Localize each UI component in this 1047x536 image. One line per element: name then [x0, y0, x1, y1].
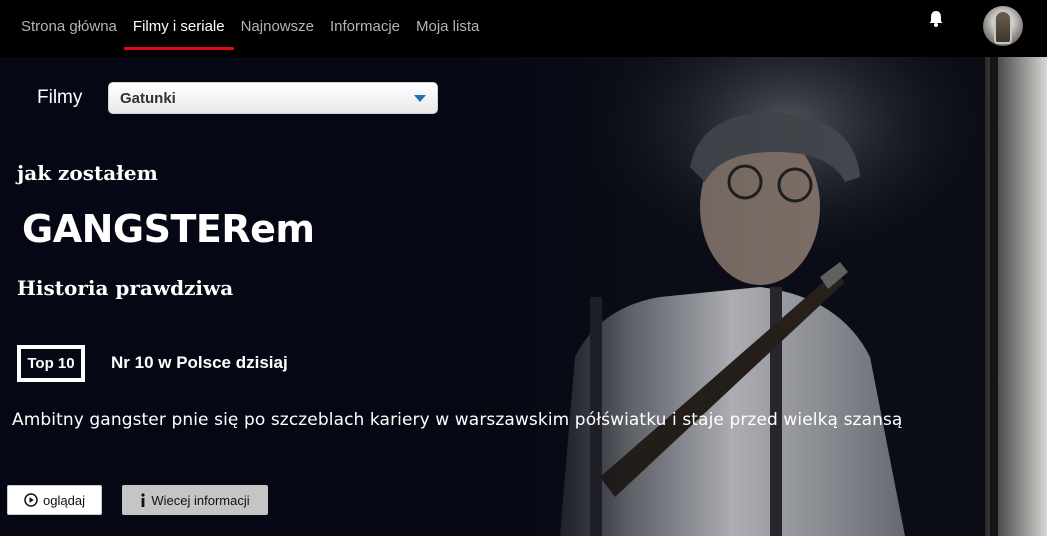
more-info-button[interactable]: Wiecej informacji — [122, 485, 268, 515]
more-info-button-label: Wiecej informacji — [151, 492, 250, 508]
play-icon — [24, 493, 38, 507]
avatar[interactable] — [983, 6, 1023, 46]
synopsis: Ambitny gangster pnie się po szczeblach … — [12, 410, 903, 430]
avatar-image — [996, 12, 1010, 42]
title-subtitle: Historia prawdziwa — [17, 276, 234, 300]
genre-select-value: Gatunki — [120, 90, 176, 107]
play-button-label: oglądaj — [43, 492, 85, 508]
hero-banner: Filmy Gatunki jak zostałem GANGSTERem Hi… — [0, 57, 1047, 536]
top10-badge: Top 10 — [17, 345, 85, 382]
info-icon — [140, 493, 146, 507]
rank-text: Nr 10 w Polsce dzisiaj — [111, 353, 288, 372]
play-button[interactable]: oglądaj — [7, 485, 102, 515]
bell-icon[interactable] — [926, 9, 946, 29]
nav-item-information[interactable]: Informacje — [330, 0, 400, 57]
genre-select[interactable]: Gatunki — [108, 82, 438, 114]
nav-item-home[interactable]: Strona główna — [21, 0, 117, 57]
nav-item-my-list[interactable]: Moja lista — [416, 0, 479, 57]
title-line-1: jak zostałem — [17, 161, 158, 185]
main-nav: Strona główna Filmy i seriale Najnowsze … — [21, 0, 495, 57]
nav-item-newest[interactable]: Najnowsze — [241, 0, 314, 57]
top-navigation-bar: Strona główna Filmy i seriale Najnowsze … — [0, 0, 1047, 57]
chevron-down-icon — [414, 95, 426, 102]
filter-label: Filmy — [37, 87, 83, 108]
nav-item-movies-series[interactable]: Filmy i seriale — [123, 0, 234, 57]
title-line-2: GANGSTERem — [22, 207, 315, 251]
